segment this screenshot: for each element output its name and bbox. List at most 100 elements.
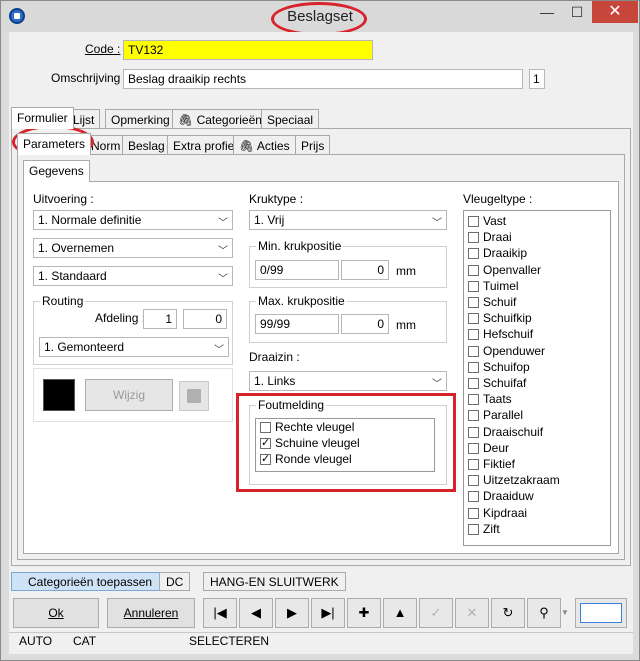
vleugeltype-item[interactable]: Openvaller <box>468 263 608 278</box>
chevron-down-icon: ﹀ <box>218 274 228 285</box>
wijzig-button[interactable]: Wijzig <box>85 379 173 411</box>
quick-search-input[interactable] <box>580 603 622 623</box>
max-krukpositie-input[interactable]: 99/99 <box>255 314 339 334</box>
vleugeltype-checkbox[interactable] <box>468 248 479 260</box>
status-cat: CAT <box>73 634 97 648</box>
refresh-button[interactable]: ↻ <box>491 598 525 628</box>
tab-gegevens[interactable]: Gegevens <box>23 160 90 182</box>
first-record-button[interactable]: |◀ <box>203 598 237 628</box>
vleugeltype-checkbox[interactable] <box>468 329 479 341</box>
vleugeltype-item[interactable]: Schuif <box>468 295 608 310</box>
vleugeltype-checkbox[interactable] <box>468 491 479 503</box>
min-krukpositie-input[interactable]: 0/99 <box>255 260 339 280</box>
vleugeltype-item[interactable]: Tuimel <box>468 279 608 294</box>
vleugeltype-checkbox[interactable] <box>468 475 479 487</box>
confirm-button[interactable]: ✓ <box>419 598 453 628</box>
last-record-button[interactable]: ▶| <box>311 598 345 628</box>
tab-parameters[interactable]: Parameters <box>17 133 92 155</box>
routing-select[interactable]: 1. Gemonteerd ﹀ <box>39 337 229 357</box>
tab-prijs[interactable]: Prijs <box>295 135 331 155</box>
min-krukpositie-mm-input[interactable]: 0 <box>341 260 389 280</box>
vleugeltype-checkbox[interactable] <box>468 313 479 325</box>
vleugeltype-item-label: Hefschuif <box>483 327 534 342</box>
afdeling-input-2[interactable]: 0 <box>183 309 227 329</box>
cancel-edit-button[interactable]: ✕ <box>455 598 489 628</box>
tab-speciaal[interactable]: Speciaal <box>261 109 320 129</box>
vleugeltype-checkbox[interactable] <box>468 410 479 422</box>
max-krukpositie-mm-input[interactable]: 0 <box>341 314 389 334</box>
tab-hang-en-sluitwerk[interactable]: HANG-EN SLUITWERK <box>203 572 346 591</box>
tab-acties[interactable]: 🖇 Acties <box>233 135 296 155</box>
vleugeltype-checkbox[interactable] <box>468 426 479 438</box>
vleugeltype-item[interactable]: Draaikip <box>468 246 608 261</box>
color-picker-button[interactable] <box>179 381 209 411</box>
draaizin-select[interactable]: 1. Links ﹀ <box>249 371 447 391</box>
kruktype-label: Kruktype : <box>249 192 304 206</box>
tab-formulier[interactable]: Formulier <box>11 107 74 129</box>
tab-extra-profiel[interactable]: Extra profiel <box>167 135 244 155</box>
maximize-button[interactable]: ☐ <box>562 1 592 23</box>
vleugeltype-item[interactable]: Openduwer <box>468 344 608 359</box>
uitvoering-select-1[interactable]: 1. Normale definitie ﹀ <box>33 210 233 230</box>
tab-dc[interactable]: DC <box>159 572 191 591</box>
afdeling-input-1[interactable]: 1 <box>143 309 177 329</box>
code-input[interactable]: TV132 <box>123 40 373 60</box>
tab-opmerking[interactable]: Opmerking <box>105 109 176 129</box>
vleugeltype-checkbox[interactable] <box>468 280 479 292</box>
uitvoering-select-3[interactable]: 1. Standaard ﹀ <box>33 266 233 286</box>
up-button[interactable]: ▲ <box>383 598 417 628</box>
tab-beslag[interactable]: Beslag <box>122 135 171 155</box>
vleugeltype-item[interactable]: Parallel <box>468 408 608 423</box>
search-button[interactable]: ⚲ <box>527 598 561 628</box>
annuleren-button[interactable]: Annuleren <box>107 598 195 628</box>
search-dropdown-icon[interactable]: ▼ <box>561 598 571 628</box>
ok-button[interactable]: Ok <box>13 598 99 628</box>
close-button[interactable]: ✕ <box>592 1 638 23</box>
next-record-button[interactable]: ▶ <box>275 598 309 628</box>
vleugeltype-item[interactable]: Deur <box>468 441 608 456</box>
vleugeltype-checkbox[interactable] <box>468 378 479 389</box>
paperclip-icon: 🖇 <box>178 113 194 127</box>
vleugeltype-item[interactable]: Draaischuif <box>468 425 608 440</box>
vleugeltype-item[interactable]: Fiktief <box>468 457 608 472</box>
vleugeltype-item[interactable]: Uitzetzakraam <box>468 473 608 488</box>
code-label-text: Code : <box>85 42 121 56</box>
kruktype-select[interactable]: 1. Vrij ﹀ <box>249 210 447 230</box>
vleugeltype-item-label: Openduwer <box>483 343 546 358</box>
vleugeltype-item[interactable]: Schuifaf <box>468 376 608 391</box>
vleugeltype-checkbox[interactable] <box>468 264 479 276</box>
vleugeltype-checkbox[interactable] <box>468 523 479 535</box>
vleugeltype-item[interactable]: Draaiduw <box>468 489 608 504</box>
vleugeltype-checkbox[interactable] <box>468 459 479 470</box>
vleugeltype-checkbox[interactable] <box>468 394 479 406</box>
vleugeltype-item[interactable]: Hefschuif <box>468 327 608 342</box>
vleugeltype-item[interactable]: Schuifop <box>468 360 608 375</box>
vleugeltype-checkbox[interactable] <box>468 345 479 357</box>
vleugeltype-checkbox[interactable] <box>468 232 479 244</box>
vleugeltype-checkbox[interactable] <box>468 361 479 373</box>
omschrijving-input[interactable]: Beslag draaikip rechts <box>123 69 523 89</box>
vleugeltype-item[interactable]: Schuifkip <box>468 311 608 326</box>
vleugeltype-item-label: Deur <box>483 440 510 455</box>
vleugeltype-checkbox[interactable] <box>468 216 479 227</box>
vleugeltype-item[interactable]: Taats <box>468 392 608 407</box>
vleugeltype-item[interactable]: Zift <box>468 522 608 537</box>
chevron-down-icon: ﹀ <box>432 379 442 390</box>
vleugeltype-item-label: Openvaller <box>483 262 542 277</box>
vleugeltype-checkbox[interactable] <box>468 507 479 519</box>
minimize-button[interactable]: — <box>532 1 562 23</box>
vleugeltype-item-label: Draai <box>483 230 512 245</box>
quick-search-box[interactable] <box>575 598 627 628</box>
tab-categorieen[interactable]: 🖇 Categorieën <box>172 109 268 129</box>
vleugeltype-checkbox[interactable] <box>468 442 479 454</box>
kruktype-select-value: 1. Vrij <box>254 213 285 227</box>
vleugeltype-item[interactable]: Vast <box>468 214 608 229</box>
previous-record-button[interactable]: ◀ <box>239 598 273 628</box>
uitvoering-select-2[interactable]: 1. Overnemen ﹀ <box>33 238 233 258</box>
tab-categorieen-toepassen[interactable]: Categorieën toepassen <box>11 572 170 591</box>
add-record-button[interactable]: ✚ <box>347 598 381 628</box>
vleugeltype-item[interactable]: Kipdraai <box>468 506 608 521</box>
vleugeltype-item[interactable]: Draai <box>468 230 608 245</box>
vleugeltype-checkbox[interactable] <box>468 297 479 308</box>
routing-label: Routing <box>40 294 86 308</box>
